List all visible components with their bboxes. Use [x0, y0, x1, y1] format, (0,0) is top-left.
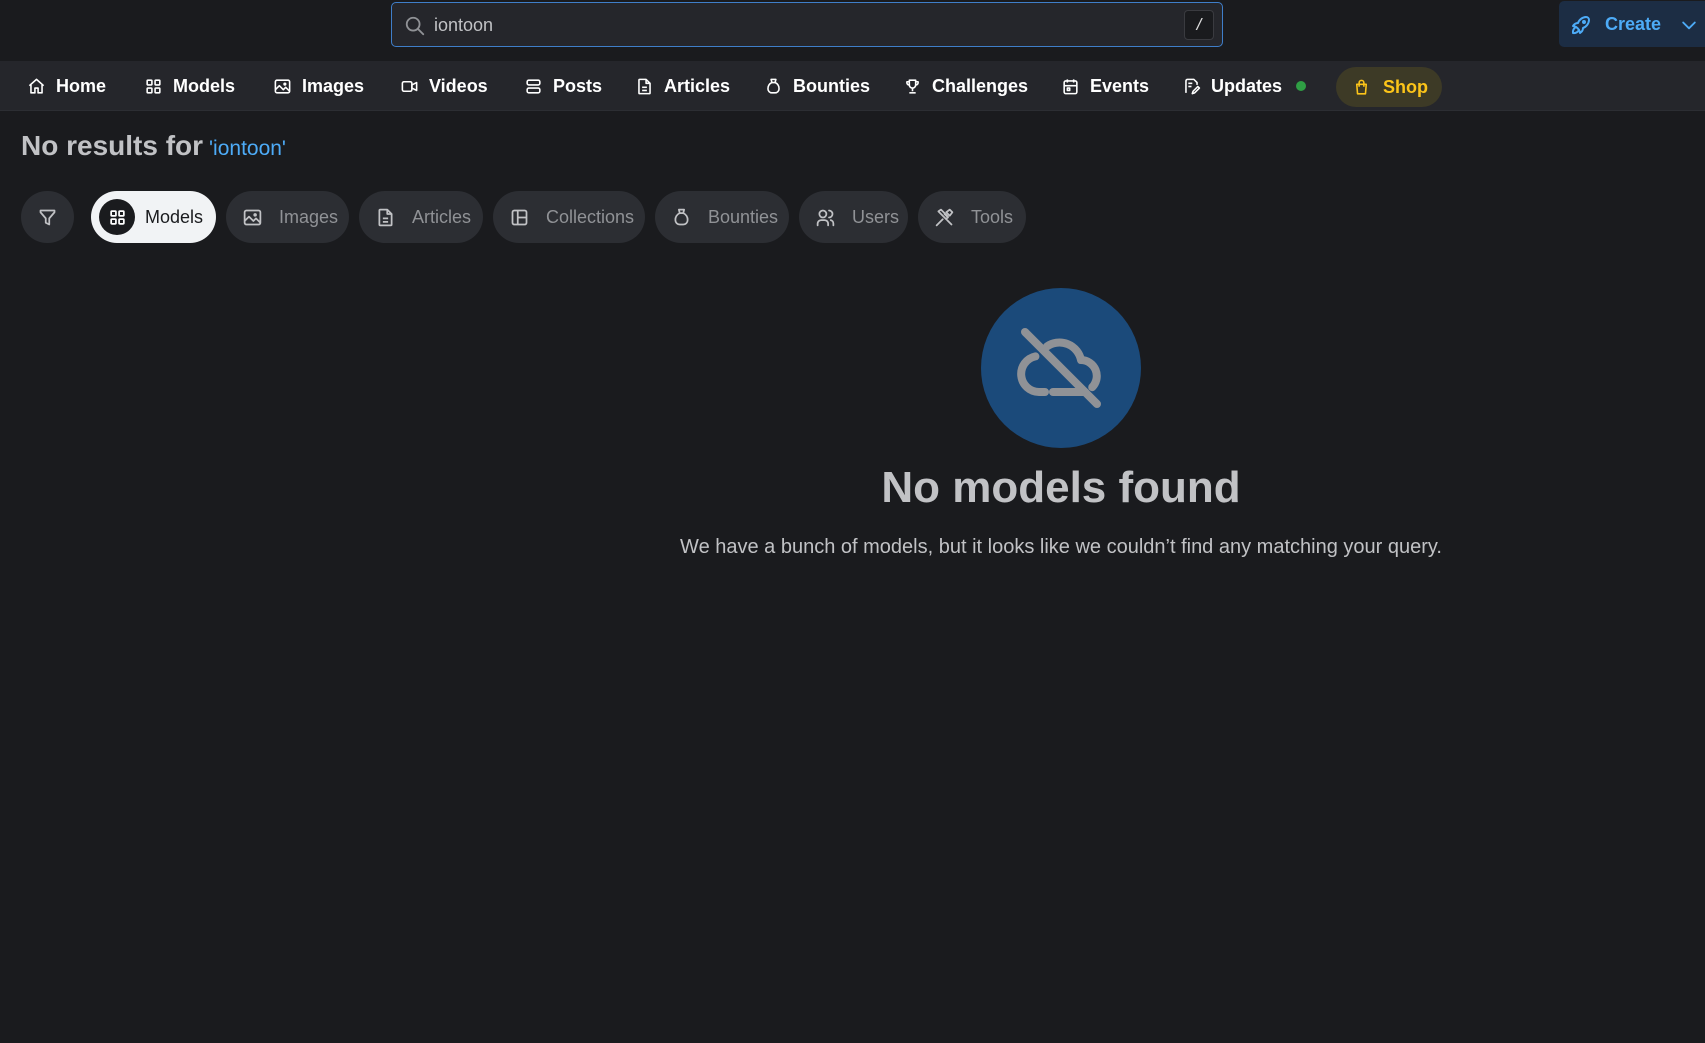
grid-icon: [99, 199, 135, 235]
nav-item-label: Images: [302, 75, 365, 96]
nav-item-label: Bounties: [793, 75, 871, 96]
edit-file-icon: [1185, 78, 1201, 94]
moneybag-icon: [671, 207, 692, 228]
nav-item-home[interactable]: Home: [27, 61, 106, 111]
grid-icon: [146, 78, 161, 94]
shop-button[interactable]: Shop: [1336, 67, 1442, 107]
home-icon: [28, 78, 45, 94]
nav-item-posts[interactable]: Posts: [524, 61, 602, 111]
search-input[interactable]: [434, 11, 1154, 39]
nav-item-models[interactable]: Models: [144, 61, 235, 111]
chip-label: Bounties: [708, 206, 779, 227]
main-nav: Home Models Images Videos Posts Articles…: [0, 61, 1705, 111]
nav-item-label: Videos: [429, 75, 488, 96]
video-icon: [401, 80, 418, 92]
chip-bounties[interactable]: Bounties: [655, 191, 789, 243]
chip-models[interactable]: Models: [91, 191, 216, 243]
nav-item-label: Challenges: [932, 75, 1029, 96]
nav-item-challenges[interactable]: Challenges: [903, 61, 1028, 111]
results-prefix: No results for: [21, 130, 204, 161]
create-button-label: Create: [1605, 14, 1662, 34]
photo-icon: [242, 207, 263, 228]
layers-icon: [526, 78, 541, 94]
chip-label: Images: [279, 206, 339, 227]
file-text-icon: [375, 207, 396, 228]
chip-label: Models: [145, 206, 204, 227]
nav-item-bounties[interactable]: Bounties: [764, 61, 870, 111]
results-query: 'iontoon': [209, 137, 286, 160]
chip-users[interactable]: Users: [799, 191, 908, 243]
nav-item-videos[interactable]: Videos: [400, 61, 488, 111]
chip-label: Tools: [971, 206, 1014, 227]
empty-state-illustration: [981, 288, 1141, 448]
shop-button-label: Shop: [1383, 76, 1428, 97]
page-title: No results for'iontoon': [21, 130, 286, 162]
trophy-icon: [906, 78, 919, 94]
empty-state-title: No models found: [881, 463, 1241, 512]
rocket-icon: [1571, 16, 1590, 35]
top-header: / Create: [0, 0, 1705, 61]
users-icon: [815, 207, 836, 228]
filter-button[interactable]: [21, 191, 74, 243]
chip-label: Articles: [412, 206, 472, 227]
nav-item-label: Events: [1090, 75, 1150, 96]
calendar-icon: [1063, 78, 1078, 94]
moneybag-icon: [767, 78, 780, 94]
cloud-off-icon: [1017, 328, 1101, 408]
chevron-down-icon[interactable]: [1679, 15, 1699, 35]
filter-icon: [39, 209, 56, 225]
chip-tools[interactable]: Tools: [918, 191, 1026, 243]
chip-collections[interactable]: Collections: [493, 191, 645, 243]
nav-item-images[interactable]: Images: [273, 61, 364, 111]
photo-icon: [274, 78, 291, 94]
nav-item-updates[interactable]: Updates: [1182, 61, 1307, 111]
search-bar[interactable]: /: [391, 2, 1223, 47]
tools-icon: [934, 207, 955, 228]
chip-label: Users: [852, 206, 900, 227]
nav-item-label: Posts: [553, 75, 603, 96]
layout-icon: [509, 207, 530, 228]
nav-item-label: Home: [56, 75, 107, 96]
nav-item-articles[interactable]: Articles: [635, 61, 730, 111]
create-button[interactable]: Create: [1559, 1, 1705, 47]
nav-item-label: Articles: [664, 75, 731, 96]
search-icon: [405, 16, 425, 36]
chip-articles[interactable]: Articles: [359, 191, 483, 243]
shopping-bag-icon: [1355, 79, 1368, 95]
chip-images[interactable]: Images: [226, 191, 349, 243]
file-text-icon: [638, 78, 651, 94]
nav-item-label: Models: [173, 75, 236, 96]
chip-label: Collections: [546, 206, 635, 227]
search-shortcut-key: /: [1184, 10, 1214, 40]
empty-state-description: We have a bunch of models, but it looks …: [680, 536, 1442, 558]
updates-status-dot: [1296, 81, 1307, 91]
nav-item-label: Updates: [1211, 75, 1283, 96]
nav-item-events[interactable]: Events: [1061, 61, 1149, 111]
